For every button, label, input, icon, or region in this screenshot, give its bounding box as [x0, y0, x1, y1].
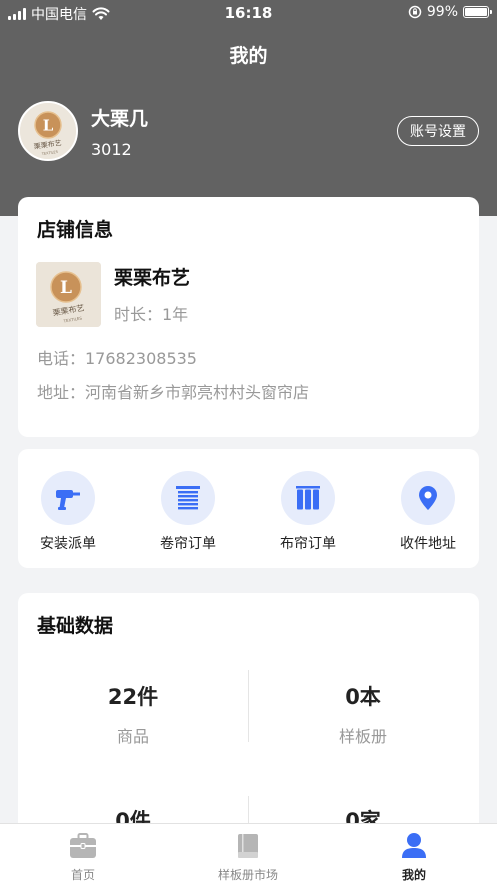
store-info-title: 店铺信息 [37, 219, 114, 241]
account-settings-button[interactable]: 账号设置 [397, 116, 479, 146]
user-id: 3012 [91, 140, 132, 159]
stat-label: 样板册 [338, 727, 387, 746]
briefcase-icon [70, 833, 96, 858]
drill-icon [41, 471, 95, 525]
user-name: 大栗几 [91, 108, 149, 130]
store-name: 栗栗布艺 [114, 267, 191, 289]
store-phone[interactable]: 电话：17682308535 [37, 345, 197, 369]
action-label: 布帘订单 [280, 536, 336, 552]
tab-label: 样板册市场 [217, 868, 278, 882]
quick-actions-card: 安装派单 卷帘订单 布帘订单 收件地址 [18, 449, 479, 568]
user-icon [402, 833, 426, 858]
svg-text:L: L [43, 117, 54, 135]
store-info-card: 店铺信息 L 栗栗布艺 TEXTILES 栗栗布艺 时长：1年 电话：17682… [18, 197, 479, 437]
action-roller-blind-orders[interactable]: 卷帘订单 [138, 471, 238, 553]
action-label: 安装派单 [40, 536, 96, 552]
stat-value: 22件 [107, 685, 159, 709]
tab-sample-book-market[interactable]: 样板册市场 [168, 832, 328, 883]
basic-data-title: 基础数据 [37, 615, 114, 637]
rotation-lock-icon [408, 5, 422, 19]
stat-products[interactable]: 22件 商品 [18, 681, 248, 747]
status-bar: 中国电信 16:18 99% [0, 0, 497, 26]
action-curtain-orders[interactable]: 布帘订单 [258, 471, 358, 553]
stat-label: 商品 [116, 727, 149, 746]
brand-logo-icon: L 栗栗布艺 TEXTILES [20, 103, 76, 159]
battery-percent: 99% [426, 4, 458, 20]
store-logo: L 栗栗布艺 TEXTILES [36, 262, 101, 327]
action-label: 收件地址 [400, 536, 456, 552]
curtain-icon [281, 471, 335, 525]
roller-blind-icon [161, 471, 215, 525]
stat-value: 0本 [345, 685, 381, 709]
tab-mine[interactable]: 我的 [334, 832, 494, 883]
svg-text:L: L [60, 278, 72, 298]
stat-sample-books[interactable]: 0本 样板册 [248, 681, 478, 747]
tab-bar: 首页 样板册市场 我的 [0, 823, 497, 883]
store-logo-icon: L 栗栗布艺 TEXTILES [36, 262, 101, 327]
tab-label: 我的 [401, 868, 426, 882]
tab-home[interactable]: 首页 [3, 832, 163, 883]
store-duration: 时长：1年 [114, 305, 189, 324]
action-label: 卷帘订单 [160, 536, 216, 552]
location-pin-icon [401, 471, 455, 525]
tab-label: 首页 [70, 868, 95, 882]
action-install-dispatch[interactable]: 安装派单 [18, 471, 118, 553]
book-icon [238, 834, 258, 858]
battery-icon [463, 6, 492, 18]
header-background [0, 0, 497, 216]
store-address: 地址：河南省新乡市郭亮村村头窗帘店 [37, 383, 310, 402]
avatar[interactable]: L 栗栗布艺 TEXTILES [18, 101, 78, 161]
page-title: 我的 [229, 45, 268, 67]
action-receiving-address[interactable]: 收件地址 [378, 471, 478, 553]
